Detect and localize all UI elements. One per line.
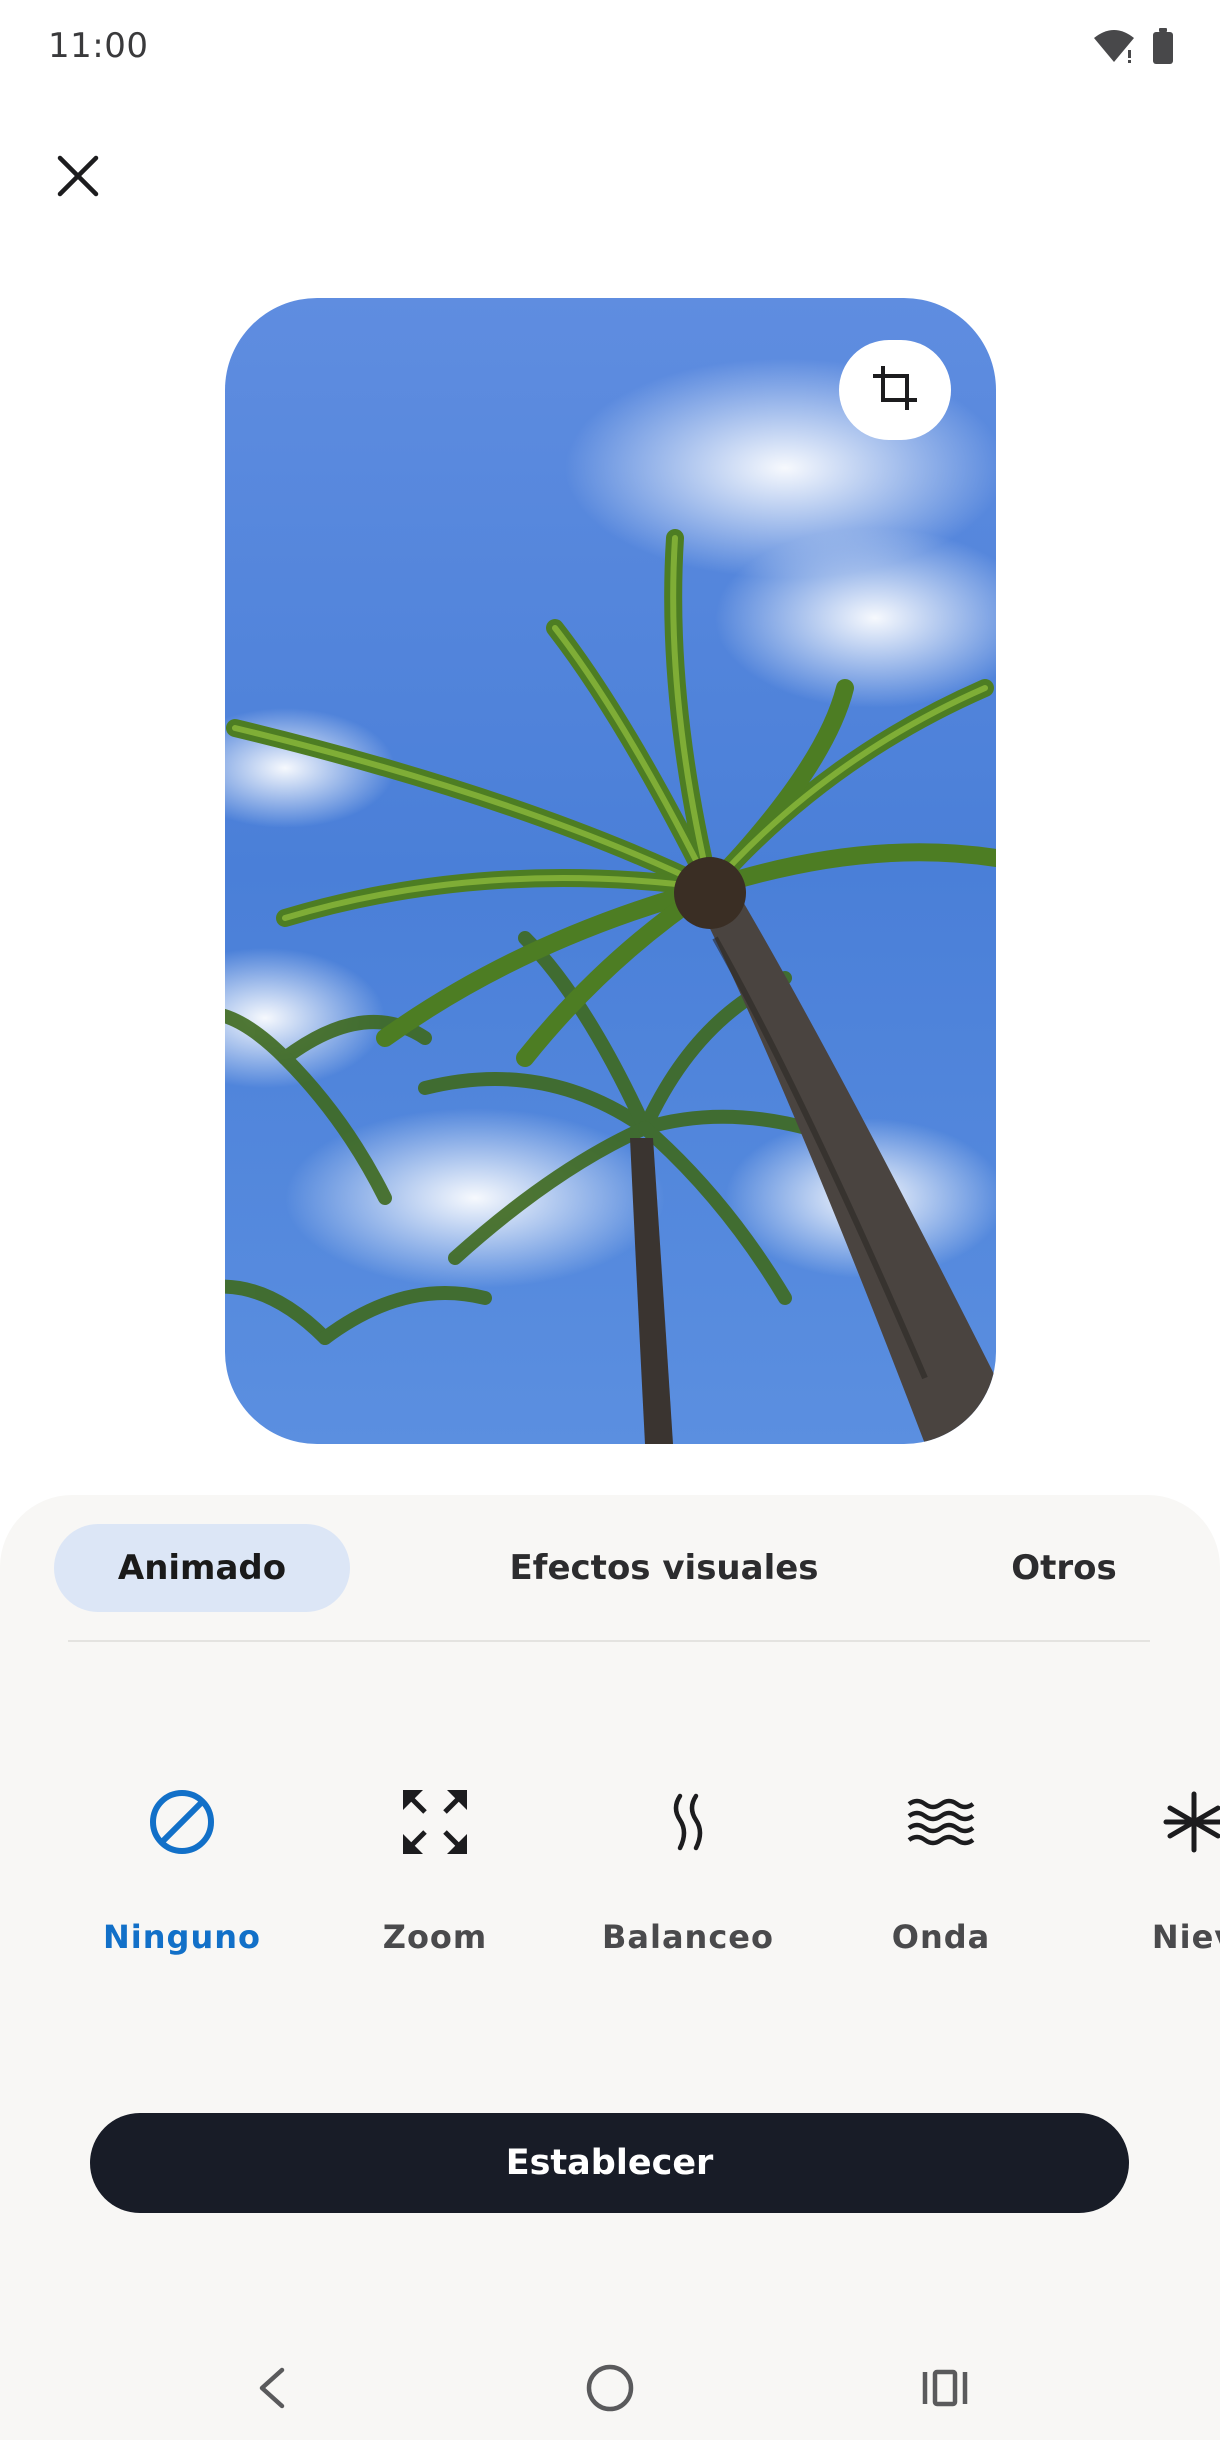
battery-icon [1152,28,1174,68]
tab-label: Animado [117,1548,287,1588]
wave-icon [907,1796,975,1852]
effect-label: Ninguno [103,1918,261,1956]
snow-icon [1162,1790,1220,1858]
establecer-label: Establecer [505,2143,714,2183]
close-button[interactable] [44,144,112,212]
wifi-icon [1092,28,1136,68]
back-icon [254,2366,290,2414]
navigation-bar [0,2330,1220,2440]
close-icon [56,154,100,202]
effect-ninguno[interactable]: Ninguno [72,1760,292,2000]
tab-label: Efectos visuales [509,1548,819,1588]
status-bar: 11:00 [0,0,1220,96]
effect-balanceo[interactable]: Balanceo [578,1760,798,2000]
tab-animado[interactable]: Animado [54,1524,350,1612]
effect-onda[interactable]: Onda [831,1760,1051,2000]
effect-label: Onda [891,1918,991,1956]
effect-tabs: Animado Efectos visuales Otros [54,1524,1166,1612]
effect-label: Balanceo [602,1918,774,1956]
tab-efectos-visuales[interactable]: Efectos visuales [414,1524,914,1612]
none-icon [148,1788,216,1860]
effect-zoom[interactable]: Zoom [325,1760,545,2000]
tab-otros[interactable]: Otros [944,1524,1184,1612]
tab-label: Otros [1011,1548,1117,1588]
effect-nieve[interactable]: Niev [1084,1760,1220,2000]
effects-list: Ninguno Zoom Balanceo Onda Nie [0,1760,1220,2000]
effect-label: Zoom [382,1918,488,1956]
sway-icon [668,1792,708,1856]
establecer-button[interactable]: Establecer [90,2113,1129,2213]
home-button[interactable] [570,2350,650,2430]
recents-icon [921,2368,969,2412]
crop-icon [871,364,919,416]
status-time: 11:00 [48,26,149,66]
recents-button[interactable] [905,2350,985,2430]
effect-label: Niev [1151,1918,1220,1956]
tabs-divider [68,1640,1150,1642]
wallpaper-preview [225,298,996,1444]
zoom-icon [401,1788,469,1860]
back-button[interactable] [232,2350,312,2430]
home-icon [585,2363,635,2417]
crop-button[interactable] [839,340,951,440]
